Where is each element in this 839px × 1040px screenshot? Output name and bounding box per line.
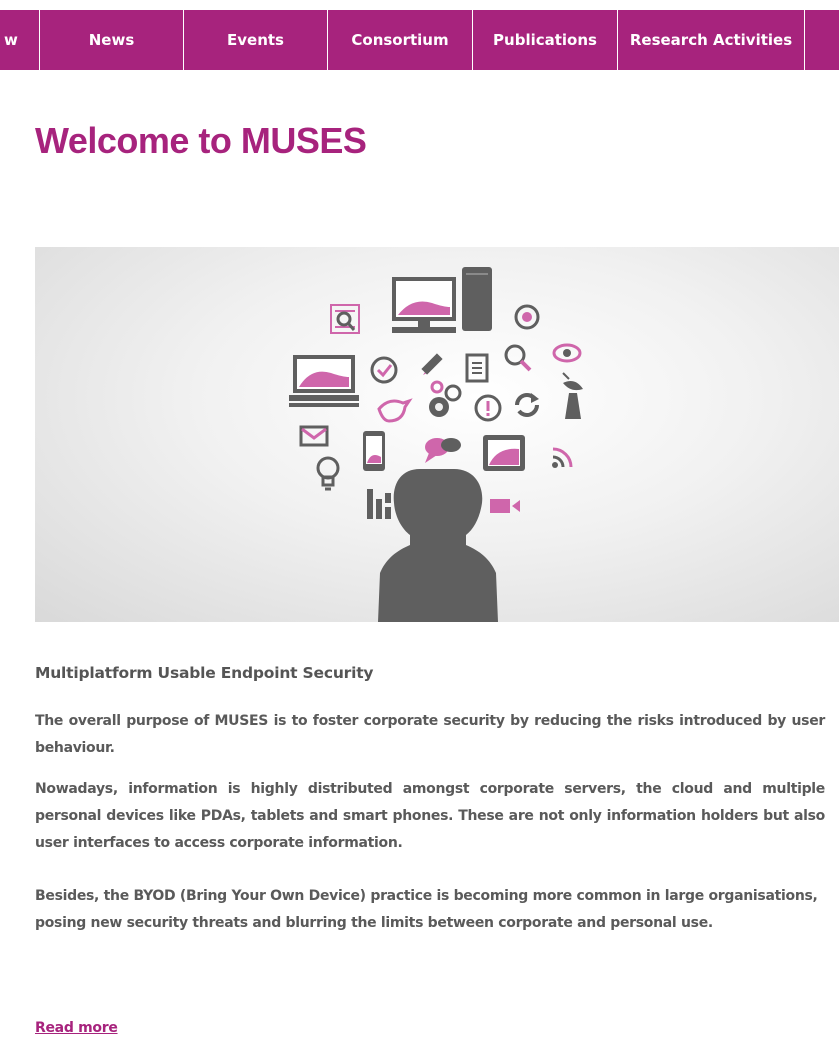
- hero-illustration: [35, 247, 839, 622]
- lightbulb-icon: [316, 456, 340, 491]
- checkmark-icon: [370, 356, 398, 384]
- article-paragraph: Nowadays, information is highly distribu…: [35, 781, 825, 851]
- bird-icon: [377, 398, 413, 423]
- nav-item-research-activities[interactable]: Research Activities: [618, 10, 805, 70]
- target-icon: [514, 304, 540, 330]
- desktop-computer-icon: [392, 277, 456, 333]
- page-title: Welcome to MUSES: [35, 120, 367, 161]
- chat-bubbles-icon: [425, 438, 461, 463]
- nav-item-events[interactable]: Events: [184, 10, 328, 70]
- article-paragraph: The overall purpose of MUSES is to foste…: [35, 713, 825, 756]
- tablet-icon: [483, 435, 525, 471]
- phone-icon: [363, 431, 385, 471]
- refresh-icon: [515, 393, 539, 417]
- server-tower-icon: [462, 267, 492, 331]
- main-navigation: w News Events Consortium Publications Re…: [0, 10, 839, 70]
- article-subtitle: Multiplatform Usable Endpoint Security: [35, 664, 374, 682]
- nav-item-publications[interactable]: Publications: [473, 10, 618, 70]
- article-paragraph: Besides, the BYOD (Bring Your Own Device…: [35, 888, 818, 931]
- video-camera-icon: [490, 499, 520, 513]
- mail-icon: [299, 425, 329, 447]
- alert-icon: [474, 394, 502, 422]
- document-icon: [465, 353, 489, 383]
- read-more-link[interactable]: Read more: [35, 1020, 118, 1036]
- user-silhouette-icon: [378, 469, 498, 622]
- satellite-dish-icon: [562, 372, 583, 419]
- nav-item-next[interactable]: [805, 10, 839, 70]
- search-icon: [504, 344, 532, 372]
- pencil-icon: [421, 353, 443, 375]
- bar-chart-icon: [367, 489, 391, 519]
- eye-icon: [552, 343, 582, 363]
- nav-item-overview[interactable]: w: [0, 10, 40, 70]
- nav-item-news[interactable]: News: [40, 10, 184, 70]
- magnifier-document-icon: [330, 304, 360, 334]
- gears-icon: [429, 380, 462, 417]
- wifi-icon: [552, 447, 573, 468]
- laptop-icon: [289, 355, 359, 407]
- nav-item-consortium[interactable]: Consortium: [328, 10, 473, 70]
